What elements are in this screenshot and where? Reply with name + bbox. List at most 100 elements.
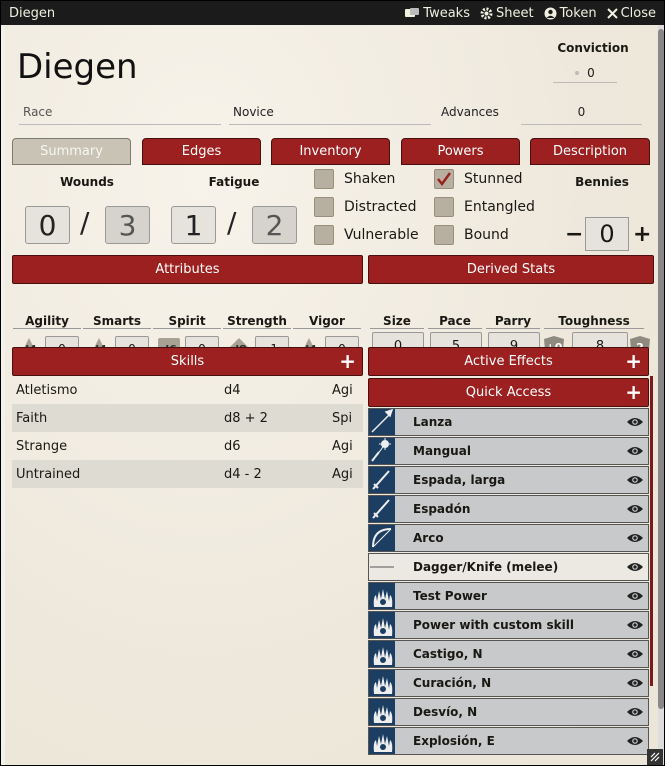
wounds-max[interactable]: 3 bbox=[105, 206, 150, 244]
fatigue-max[interactable]: 2 bbox=[252, 206, 297, 244]
item-image[interactable] bbox=[369, 670, 395, 696]
item-image[interactable] bbox=[369, 583, 395, 609]
item-name[interactable]: Mangual bbox=[413, 444, 622, 458]
fatigue-value[interactable]: 1 bbox=[171, 206, 216, 244]
eye-icon-button[interactable] bbox=[622, 416, 648, 428]
item-name[interactable]: Desvío, N bbox=[413, 705, 622, 719]
sheet-button[interactable]: Sheet bbox=[480, 6, 534, 21]
quick-access-item[interactable]: Lanza bbox=[368, 408, 649, 436]
eye-icon-button[interactable] bbox=[622, 561, 648, 573]
quick-access-item[interactable]: Test Power bbox=[368, 582, 649, 610]
vulnerable-checkbox[interactable] bbox=[314, 225, 334, 245]
skill-die[interactable]: d4 - 2 bbox=[224, 467, 332, 482]
item-name[interactable]: Lanza bbox=[413, 415, 622, 429]
eye-icon-button[interactable] bbox=[622, 648, 648, 660]
item-image[interactable] bbox=[369, 496, 395, 522]
entangled-checkbox[interactable] bbox=[434, 197, 454, 217]
sheet-scroll-thumb[interactable] bbox=[658, 29, 664, 709]
item-name[interactable]: Arco bbox=[413, 531, 622, 545]
eye-icon-button[interactable] bbox=[622, 503, 648, 515]
quick-access-item[interactable]: Desvío, N bbox=[368, 698, 649, 726]
eye-icon-button[interactable] bbox=[622, 677, 648, 689]
bennies-plus-button[interactable]: + bbox=[633, 222, 651, 247]
skill-die[interactable]: d6 bbox=[224, 439, 332, 454]
quick-access-item[interactable]: Curación, N bbox=[368, 669, 649, 697]
dagger-icon bbox=[370, 566, 394, 568]
bennies-value[interactable]: 0 bbox=[585, 217, 629, 251]
skill-row[interactable]: Untrained d4 - 2 Agi bbox=[12, 460, 363, 488]
tab-summary[interactable]: Summary bbox=[12, 138, 131, 165]
bennies-minus-button[interactable]: − bbox=[565, 222, 583, 247]
item-image[interactable] bbox=[369, 438, 395, 464]
quick-access-item[interactable]: Power with custom skill bbox=[368, 611, 649, 639]
item-name[interactable]: Power with custom skill bbox=[413, 618, 622, 632]
eye-icon-button[interactable] bbox=[622, 590, 648, 602]
race-field[interactable]: Race bbox=[19, 101, 221, 125]
quick-access-scrollbar[interactable] bbox=[650, 376, 653, 686]
tab-edges[interactable]: Edges bbox=[142, 138, 261, 165]
item-image[interactable] bbox=[369, 641, 395, 667]
eye-icon-button[interactable] bbox=[622, 445, 648, 457]
eye-icon-button[interactable] bbox=[622, 706, 648, 718]
shaken-checkbox[interactable] bbox=[314, 169, 334, 189]
resize-handle[interactable] bbox=[647, 749, 663, 765]
condition-stunned[interactable]: Stunned bbox=[434, 169, 523, 189]
skill-die[interactable]: d4 bbox=[224, 383, 332, 398]
item-name[interactable]: Dagger/Knife (melee) bbox=[413, 560, 622, 574]
token-button[interactable]: Token bbox=[544, 6, 597, 21]
add-skill-button[interactable]: + bbox=[339, 350, 356, 372]
sheet-scrollbar[interactable] bbox=[658, 25, 664, 765]
item-image[interactable] bbox=[369, 728, 395, 754]
item-name[interactable]: Curación, N bbox=[413, 676, 622, 690]
quick-access-item[interactable]: Castigo, N bbox=[368, 640, 649, 668]
condition-distracted[interactable]: Distracted bbox=[314, 197, 416, 217]
stunned-checkbox[interactable] bbox=[434, 169, 454, 189]
tab-powers[interactable]: Powers bbox=[401, 138, 520, 165]
item-image[interactable] bbox=[369, 612, 395, 638]
skill-row[interactable]: Faith d8 + 2 Spi bbox=[12, 404, 363, 432]
bound-checkbox[interactable] bbox=[434, 225, 454, 245]
eye-icon-button[interactable] bbox=[622, 532, 648, 544]
window-titlebar[interactable]: Diegen Tweaks Sheet Token Close bbox=[1, 1, 664, 25]
close-button[interactable]: Close bbox=[606, 6, 656, 21]
item-name[interactable]: Test Power bbox=[413, 589, 622, 603]
tab-description[interactable]: Description bbox=[530, 138, 650, 165]
item-image[interactable] bbox=[369, 467, 395, 493]
quick-access-item[interactable]: Espada, larga bbox=[368, 466, 649, 494]
quick-access-item[interactable]: Espadón bbox=[368, 495, 649, 523]
skill-die[interactable]: d8 + 2 bbox=[224, 411, 332, 426]
quick-access-item[interactable]: Arco bbox=[368, 524, 649, 552]
rank-field[interactable]: Novice bbox=[229, 101, 431, 125]
eye-icon bbox=[627, 737, 643, 745]
item-image[interactable] bbox=[369, 699, 395, 725]
skill-row[interactable]: Strange d6 Agi bbox=[12, 432, 363, 460]
add-effect-button[interactable]: + bbox=[625, 350, 642, 372]
quick-access-item[interactable]: Dagger/Knife (melee) bbox=[368, 553, 649, 581]
eye-icon-button[interactable] bbox=[622, 619, 648, 631]
eye-icon-button[interactable] bbox=[622, 735, 648, 747]
tab-inventory[interactable]: Inventory bbox=[271, 138, 390, 165]
add-quick-access-button[interactable]: + bbox=[625, 381, 642, 403]
item-image[interactable] bbox=[369, 409, 395, 435]
tweaks-button[interactable]: Tweaks bbox=[404, 6, 470, 21]
quick-access-item[interactable]: Explosión, E bbox=[368, 727, 649, 755]
condition-bound[interactable]: Bound bbox=[434, 225, 509, 245]
item-name[interactable]: Castigo, N bbox=[413, 647, 622, 661]
distracted-checkbox[interactable] bbox=[314, 197, 334, 217]
wounds-value[interactable]: 0 bbox=[25, 206, 70, 244]
item-image[interactable] bbox=[369, 525, 395, 551]
character-name[interactable]: Diegen bbox=[17, 47, 138, 87]
item-name[interactable]: Espada, larga bbox=[413, 473, 622, 487]
conviction-field[interactable]: 0 bbox=[553, 63, 617, 83]
skill-row[interactable]: Atletismo d4 Agi bbox=[12, 376, 363, 404]
item-image[interactable] bbox=[369, 554, 395, 580]
condition-entangled[interactable]: Entangled bbox=[434, 197, 535, 217]
item-name[interactable]: Espadón bbox=[413, 502, 622, 516]
condition-vulnerable[interactable]: Vulnerable bbox=[314, 225, 419, 245]
eye-icon-button[interactable] bbox=[622, 474, 648, 486]
conviction-toggle-icon[interactable] bbox=[575, 70, 580, 75]
quick-access-item[interactable]: Mangual bbox=[368, 437, 649, 465]
condition-shaken[interactable]: Shaken bbox=[314, 169, 395, 189]
item-name[interactable]: Explosión, E bbox=[413, 734, 622, 748]
advances-field[interactable]: 0 bbox=[521, 101, 642, 125]
